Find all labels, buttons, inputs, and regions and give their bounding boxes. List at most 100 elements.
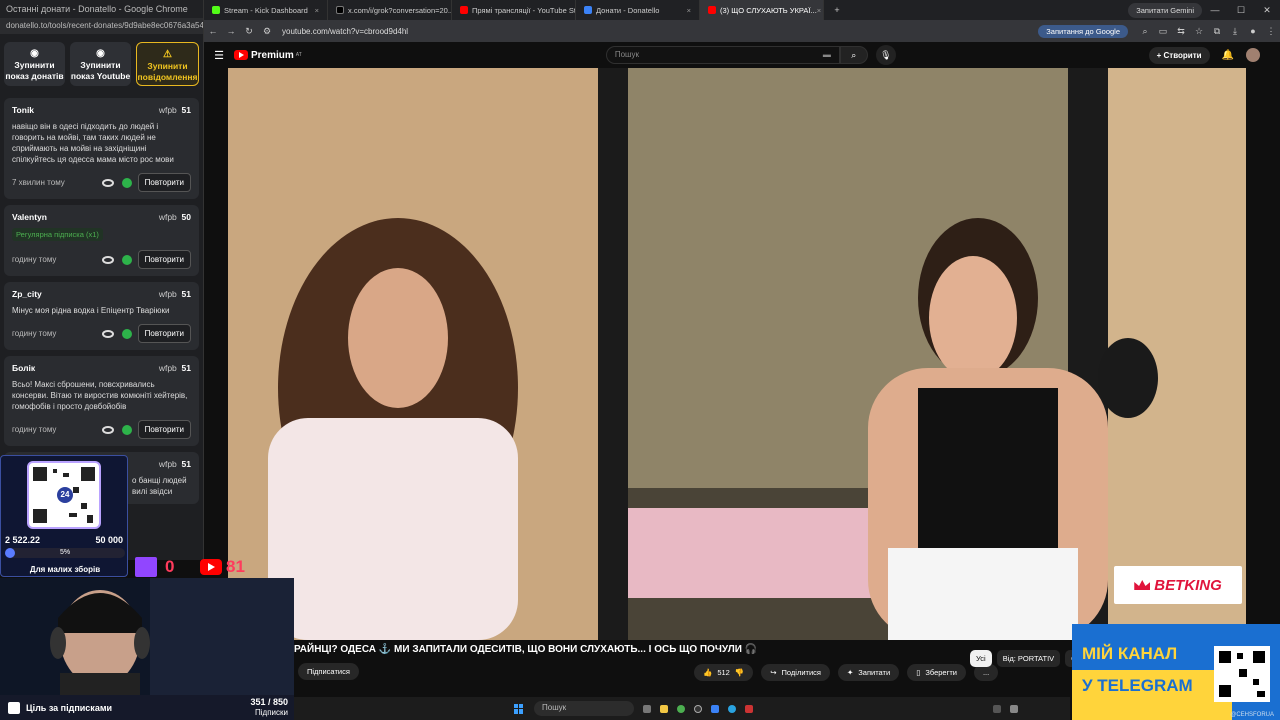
close-icon[interactable]: × (687, 6, 691, 15)
close-window-icon[interactable]: ✕ (1254, 5, 1280, 16)
zoom-icon[interactable]: ⌕ (1136, 26, 1154, 37)
tab-youtube-studio[interactable]: Прямі трансляції - YouTube St...× (452, 0, 576, 20)
donation-card: Болік wfpb 51 Всьо! Максі сброшени, повсх… (4, 356, 199, 446)
check-icon[interactable] (121, 254, 132, 265)
avatar[interactable] (1246, 48, 1260, 62)
cast-icon[interactable]: ▭ (1154, 26, 1172, 37)
site-info-icon[interactable]: ⚙ (258, 26, 276, 37)
circle-dot-icon: ◉ (30, 48, 39, 59)
create-button[interactable]: + Створити (1148, 46, 1210, 64)
close-icon[interactable]: × (817, 6, 821, 15)
twitch-counter: 0 (135, 557, 174, 577)
eye-icon[interactable] (101, 178, 114, 187)
task-view-icon[interactable] (643, 704, 651, 713)
like-button[interactable]: 👍 512 👎 (694, 664, 754, 681)
ask-button[interactable]: ✦ Запитати (837, 664, 900, 681)
chip-from-channel[interactable]: Від: PORTATIV (996, 650, 1061, 667)
stop-messages-button[interactable]: ⚠ Зупинити повідомлення (136, 42, 199, 86)
video-frame (228, 68, 1246, 640)
extensions-icon[interactable]: ⧉ (1208, 26, 1226, 37)
control-buttons: ◉ Зупинити показ донатів ◉ Зупинити показ … (0, 34, 203, 92)
share-button[interactable]: ↪ Поділитися (761, 664, 830, 681)
repeat-button[interactable]: Повторити (137, 420, 191, 439)
subscribe-button[interactable]: Підписатися (298, 663, 359, 680)
donation-message: Всьо! Максі сброшени, повсхривались конс… (12, 380, 188, 411)
check-icon[interactable] (121, 328, 132, 339)
donatello-icon (584, 6, 592, 14)
new-tab-icon[interactable]: + (824, 5, 850, 15)
explorer-icon[interactable] (660, 704, 668, 713)
video-title: РАЙНЦІ? ОДЕСА ⚓ МИ ЗАПИТАЛИ ОДЕСИТІВ, ЩО… (294, 644, 758, 655)
window-url[interactable]: donatello.to/tools/recent-donates/9d9abe… (0, 18, 203, 34)
repeat-button[interactable]: Повторити (137, 250, 191, 269)
windows-start-icon[interactable] (514, 703, 524, 714)
translate-icon[interactable]: ⇆ (1172, 26, 1190, 37)
address-bar: ← → ↻ ⚙ youtube.com/watch?v=cbrood9d4hl … (204, 20, 1280, 42)
forward-icon[interactable]: → (222, 26, 240, 36)
youtube-icon (708, 6, 716, 14)
app-icon[interactable] (711, 704, 719, 713)
youtube-counter: 81 (200, 557, 245, 577)
download-icon[interactable]: ⤓ (1226, 26, 1244, 37)
mic-icon[interactable]: 🎙 (875, 45, 896, 65)
tab-youtube-video[interactable]: (3) ЩО СЛУХАЮТЬ УКРАЇ... × (700, 0, 824, 20)
donation-amount: 51 (181, 459, 191, 469)
stop-donations-button[interactable]: ◉ Зупинити показ донатів (4, 42, 65, 86)
eye-icon[interactable] (101, 425, 114, 434)
back-icon[interactable]: ← (204, 26, 222, 36)
profile-icon[interactable]: ● (1244, 26, 1262, 36)
obs-icon[interactable] (694, 704, 702, 713)
telegram-icon[interactable] (728, 704, 736, 713)
app-icon[interactable] (1010, 704, 1018, 713)
maximize-icon[interactable]: ☐ (1228, 5, 1254, 16)
chip-all[interactable]: Усі (970, 650, 992, 667)
check-icon[interactable] (121, 177, 132, 188)
donor-name: Болік (12, 363, 36, 373)
donation-source: wfpb (158, 105, 177, 115)
donation-source: wfpb (158, 289, 177, 299)
hamburger-icon[interactable]: ☰ (204, 49, 234, 62)
check-icon[interactable] (121, 424, 132, 435)
thumbs-down-icon[interactable]: 👎 (735, 668, 744, 677)
donor-name: Valentyn (12, 212, 47, 222)
search-icon[interactable]: ⌕ (839, 46, 868, 64)
subscriber-goal: Ціль за підписками 351 / 850 Підписки (0, 695, 294, 720)
search-input[interactable]: Пошук ▬ (605, 46, 840, 64)
video-player[interactable]: BETKING (228, 68, 1246, 640)
qr-pattern (1219, 651, 1265, 697)
app-icon[interactable] (993, 704, 1001, 713)
donation-goal-widget: 24 2 522.22 50 000 5% Для малих зборів (0, 455, 128, 577)
gemini-button[interactable]: Запитати Gemini (1128, 2, 1202, 18)
goal-percent: 5% (59, 549, 71, 556)
menu-icon[interactable]: ⋮ (1262, 26, 1280, 37)
tab-donatello[interactable]: Донати - Donatello × (576, 0, 700, 20)
share-icon: ↪ (770, 668, 777, 677)
crown-icon (1134, 580, 1151, 590)
eye-icon[interactable] (101, 255, 114, 264)
keyboard-icon[interactable]: ▬ (823, 50, 831, 60)
donation-time: 7 хвилин тому (12, 178, 65, 187)
subscription-tag: Регулярна підписка (x1) (12, 228, 103, 241)
taskbar-search[interactable]: Пошук (534, 701, 634, 716)
tab-grok[interactable]: x.com/i/grok?conversation=20...× (328, 0, 452, 20)
eye-icon[interactable] (101, 329, 114, 338)
chrome-icon[interactable] (677, 704, 685, 713)
bell-icon[interactable]: 🔔 (1222, 50, 1234, 61)
reload-icon[interactable]: ↻ (240, 26, 258, 37)
url-field[interactable]: youtube.com/watch?v=cbrood9d4hl (282, 27, 1038, 36)
telegram-banner: МІЙ КАНАЛ У TELEGRAM @CEHSFORUA (1072, 624, 1280, 720)
stop-youtube-button[interactable]: ◉ Зупинити показ Youtube (70, 42, 131, 86)
save-button[interactable]: ▯ Зберегти (907, 664, 966, 681)
star-icon[interactable]: ☆ (1190, 26, 1208, 37)
banner-line-2: У TELEGRAM (1082, 676, 1193, 695)
youtube-logo[interactable]: Premium AT (234, 50, 302, 61)
donation-message: Мінус моя рідна водка і Епіцентр Тваріюк… (12, 306, 170, 315)
app-icon[interactable] (745, 704, 753, 713)
sparkle-icon: ✦ (846, 668, 854, 677)
ask-google-button[interactable]: Запитання до Google (1038, 24, 1128, 38)
tab-kick[interactable]: Stream - Kick Dashboard × (204, 0, 328, 20)
repeat-button[interactable]: Повторити (137, 324, 191, 343)
close-icon[interactable]: × (315, 6, 319, 15)
repeat-button[interactable]: Повторити (137, 173, 191, 192)
minimize-icon[interactable]: — (1202, 5, 1228, 15)
